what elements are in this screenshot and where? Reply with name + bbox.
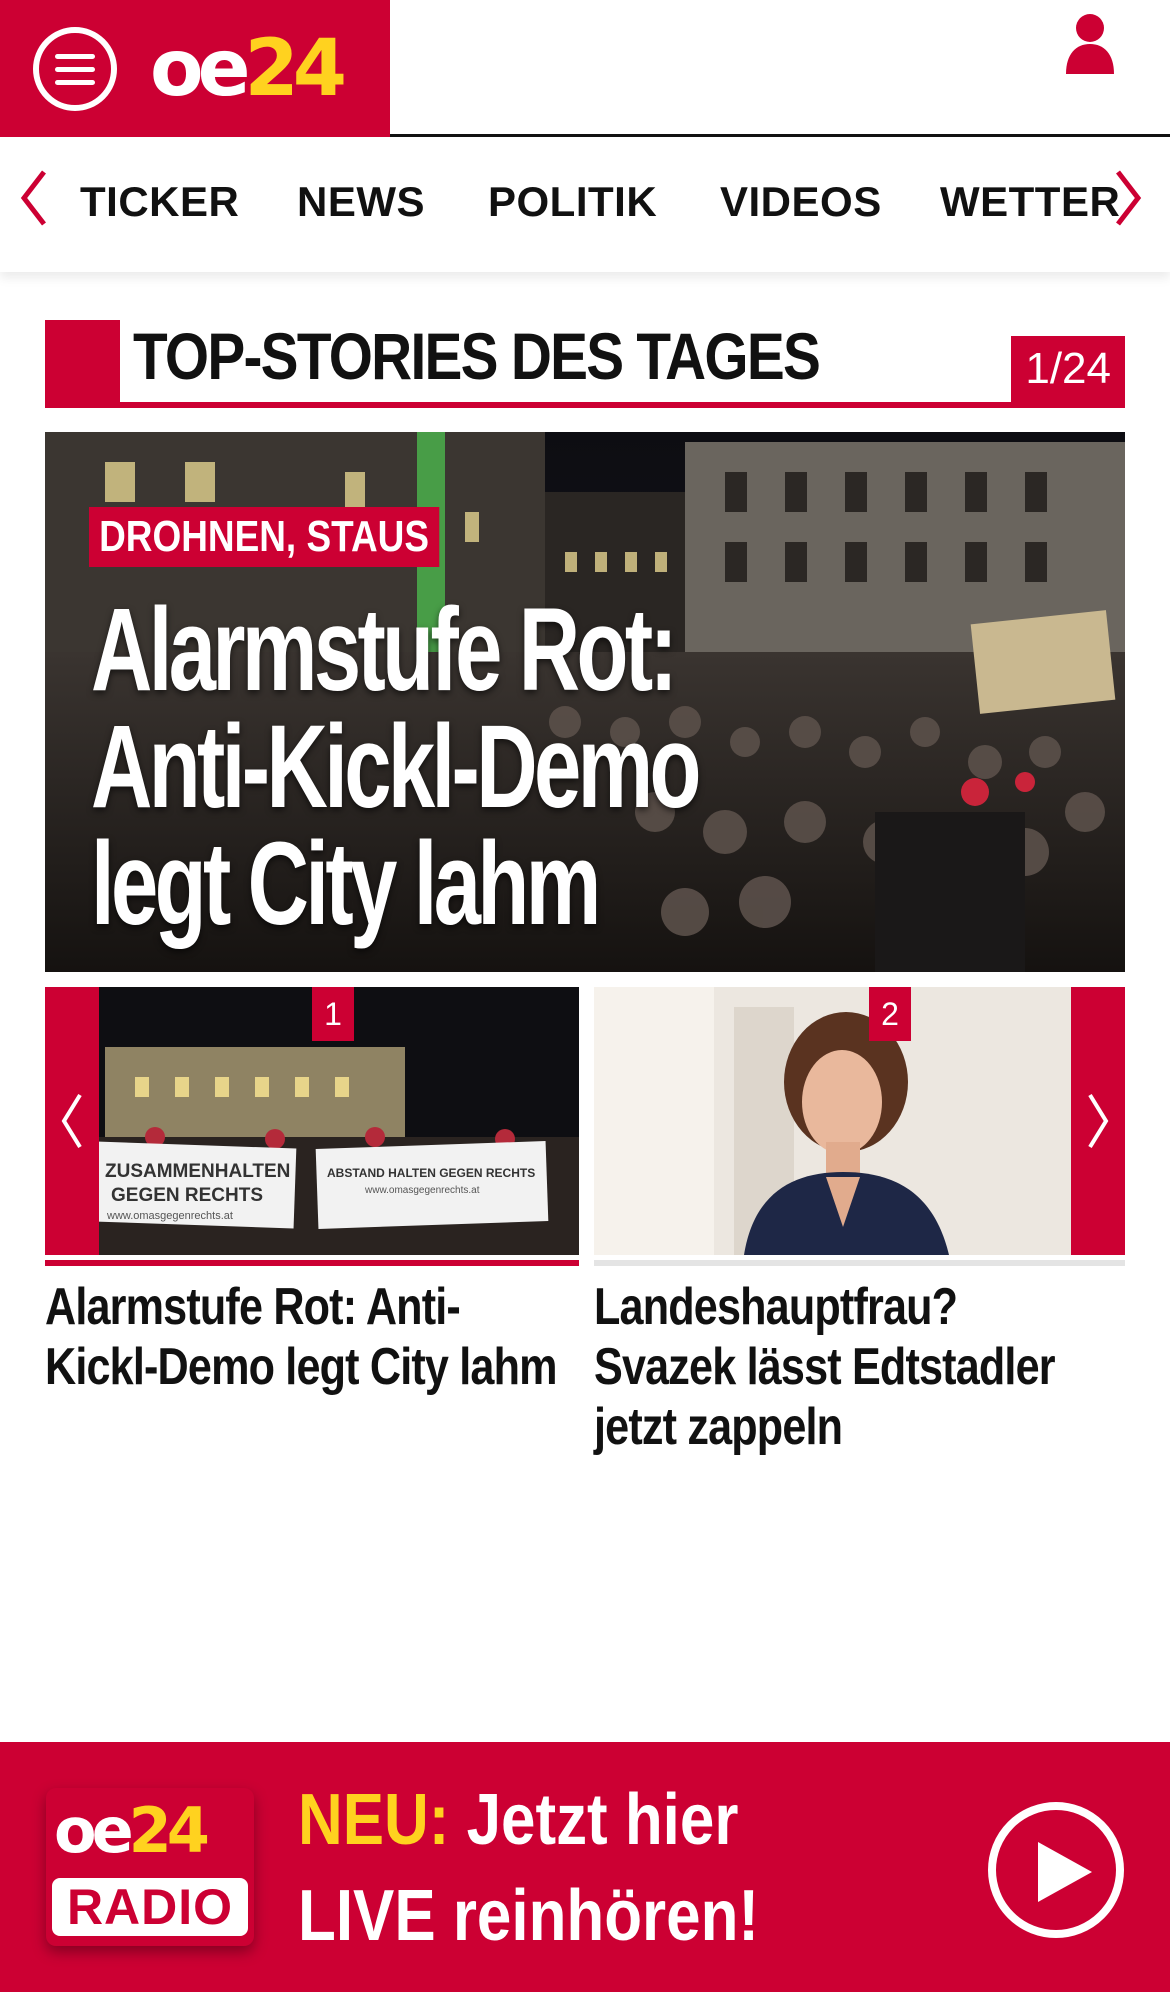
nav-prev-chevron-icon[interactable]	[14, 168, 54, 228]
chevron-right-icon	[1088, 1093, 1109, 1149]
teaser-slider: ZUSAMMENHALTEN GEGEN RECHTS www.omasgegen…	[45, 987, 1125, 1456]
teaser-banner-right-url: www.omasgegenrechts.at	[364, 1185, 480, 1196]
teaser-active-indicator	[45, 1260, 579, 1266]
teaser-number-badge: 2	[869, 987, 911, 1041]
radio-banner[interactable]: oe24 RADIO NEU: Jetzt hier LIVE reinhöre…	[0, 1742, 1170, 1992]
site-header: oe24	[0, 0, 1170, 137]
radio-promo-text: NEU: Jetzt hier LIVE reinhören!	[298, 1772, 759, 1964]
nav-item-videos[interactable]: VIDEOS	[720, 178, 882, 226]
section-heading: TOP-STORIES DES TAGES 1/24	[45, 320, 1125, 408]
story-counter: 1/24	[1011, 336, 1125, 402]
nav-item-news[interactable]: NEWS	[297, 178, 425, 226]
oe24-radio-logo: oe24 RADIO	[46, 1788, 254, 1946]
play-icon	[1038, 1842, 1092, 1902]
hero-story[interactable]: DROHNEN, STAUS Alarmstufe Rot: Anti-Kick…	[45, 432, 1125, 972]
teaser-headline: Alarmstufe Rot: Anti-Kickl-Demo legt Cit…	[45, 1278, 557, 1396]
teaser-number-badge: 1	[312, 987, 354, 1041]
hamburger-menu-icon[interactable]	[33, 27, 117, 111]
radio-logo-label: RADIO	[52, 1878, 248, 1936]
slider-next-button[interactable]	[1071, 987, 1125, 1255]
teaser-indicator	[594, 1260, 1125, 1266]
teaser-banner-left-url: www.omasgegenrechts.at	[106, 1210, 233, 1222]
section-marker	[45, 320, 120, 408]
slider-prev-button[interactable]	[45, 987, 99, 1255]
section-title: TOP-STORIES DES TAGES	[133, 319, 821, 393]
teaser-headline: Landeshauptfrau? Svazek lässt Edtstadler…	[594, 1278, 1056, 1456]
oe24-logo[interactable]: oe24	[150, 24, 347, 114]
nav-next-chevron-icon[interactable]	[1108, 168, 1148, 228]
teaser-banner-right: ABSTAND HALTEN GEGEN RECHTS	[327, 1166, 535, 1180]
nav-item-politik[interactable]: POLITIK	[488, 178, 657, 226]
teaser-image	[594, 987, 1125, 1255]
radio-line1: Jetzt hier	[466, 1780, 739, 1860]
brand-block: oe24	[0, 0, 390, 137]
radio-new-label: NEU:	[298, 1780, 450, 1860]
hero-kicker: DROHNEN, STAUS	[89, 507, 440, 567]
play-button[interactable]	[988, 1802, 1124, 1938]
nav-item-wetter[interactable]: WETTER	[940, 178, 1120, 226]
chevron-left-icon	[61, 1093, 82, 1149]
user-icon[interactable]	[1058, 10, 1122, 74]
nav-item-ticker[interactable]: TICKER	[80, 178, 239, 226]
hero-headline: Alarmstufe Rot: Anti-Kickl-Demo legt Cit…	[91, 584, 701, 950]
radio-line2: LIVE reinhören!	[298, 1876, 760, 1956]
category-nav: TICKER NEWS POLITIK VIDEOS WETTER	[0, 140, 1170, 272]
